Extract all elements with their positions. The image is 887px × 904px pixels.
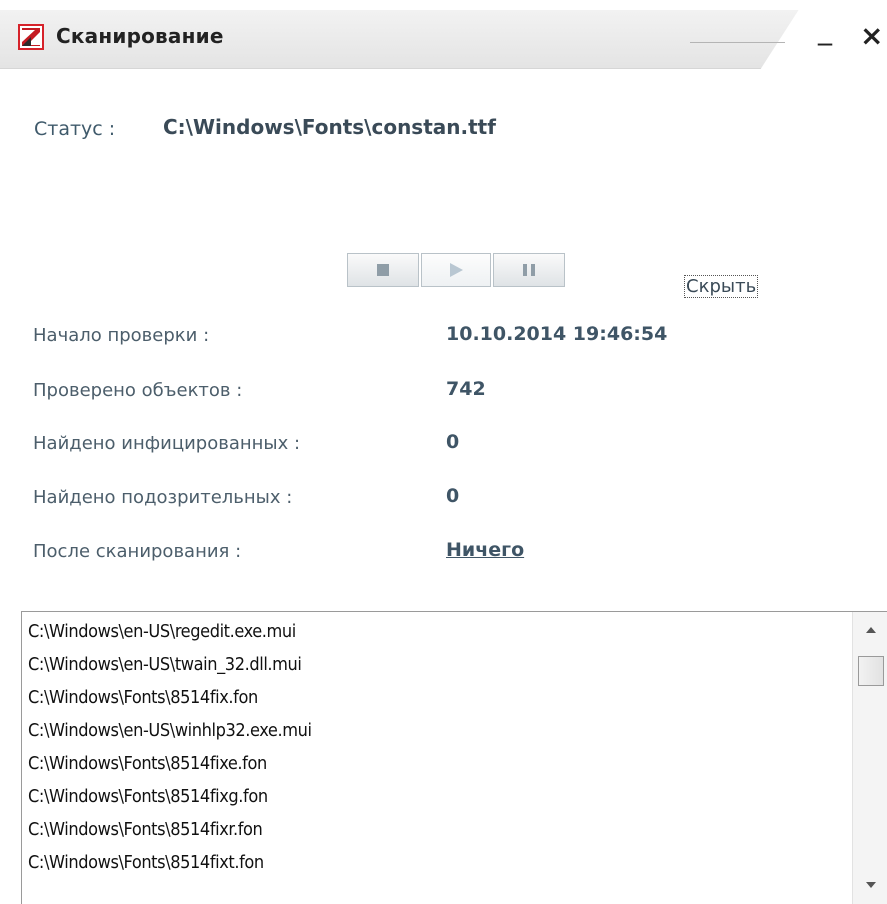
- title-bar-divider: [690, 42, 785, 43]
- hide-button[interactable]: Скрыть: [683, 275, 759, 298]
- stop-button[interactable]: [347, 253, 419, 287]
- list-item[interactable]: C:\Windows\en-US\winhlp32.exe.mui: [22, 714, 852, 747]
- after-scan-label: После сканирования :: [33, 541, 242, 562]
- scanner-logo-icon: [18, 24, 44, 50]
- scanned-files-items: C:\Windows\en-US\regedit.exe.mui C:\Wind…: [22, 615, 852, 879]
- infected-found-label: Найдено инфицированных :: [33, 433, 301, 454]
- scroll-up-button[interactable]: [853, 616, 887, 644]
- status-label: Статус :: [34, 118, 116, 140]
- pause-icon: [523, 264, 535, 276]
- list-item[interactable]: C:\Windows\Fonts\8514fixr.fon: [22, 813, 852, 846]
- list-item[interactable]: C:\Windows\Fonts\8514fixe.fon: [22, 747, 852, 780]
- list-item[interactable]: C:\Windows\Fonts\8514fixg.fon: [22, 780, 852, 813]
- scanned-files-list[interactable]: C:\Windows\en-US\regedit.exe.mui C:\Wind…: [21, 611, 887, 904]
- scroll-thumb[interactable]: [858, 656, 884, 686]
- play-icon: [449, 263, 463, 277]
- list-item[interactable]: C:\Windows\Fonts\8514fix.fon: [22, 681, 852, 714]
- scan-start-label: Начало проверки :: [33, 325, 210, 346]
- arrow-up-icon: [866, 627, 876, 633]
- suspicious-found-label: Найдено подозрительных :: [33, 487, 293, 508]
- list-item[interactable]: C:\Windows\en-US\twain_32.dll.mui: [22, 648, 852, 681]
- arrow-down-icon: [866, 882, 876, 888]
- play-button[interactable]: [421, 253, 491, 287]
- close-button[interactable]: ×: [860, 22, 883, 50]
- list-item[interactable]: C:\Windows\Fonts\8514fixt.fon: [22, 846, 852, 879]
- objects-checked-value: 742: [446, 378, 486, 400]
- scroll-down-button[interactable]: [853, 871, 887, 899]
- pause-button[interactable]: [493, 253, 565, 287]
- vertical-scrollbar[interactable]: [852, 612, 887, 904]
- status-current-file: C:\Windows\Fonts\constan.ttf: [163, 115, 496, 139]
- window-title: Сканирование: [56, 24, 224, 48]
- title-bar: Сканирование _ ×: [0, 0, 887, 70]
- minimize-button[interactable]: _: [818, 16, 832, 44]
- infected-found-value: 0: [446, 431, 460, 453]
- objects-checked-label: Проверено объектов :: [33, 380, 243, 401]
- list-item[interactable]: C:\Windows\en-US\regedit.exe.mui: [22, 615, 852, 648]
- suspicious-found-value: 0: [446, 485, 460, 507]
- scan-start-value: 10.10.2014 19:46:54: [446, 323, 668, 345]
- stop-icon: [377, 264, 389, 276]
- after-scan-action-link[interactable]: Ничего: [446, 539, 524, 561]
- scan-controls: [347, 253, 565, 289]
